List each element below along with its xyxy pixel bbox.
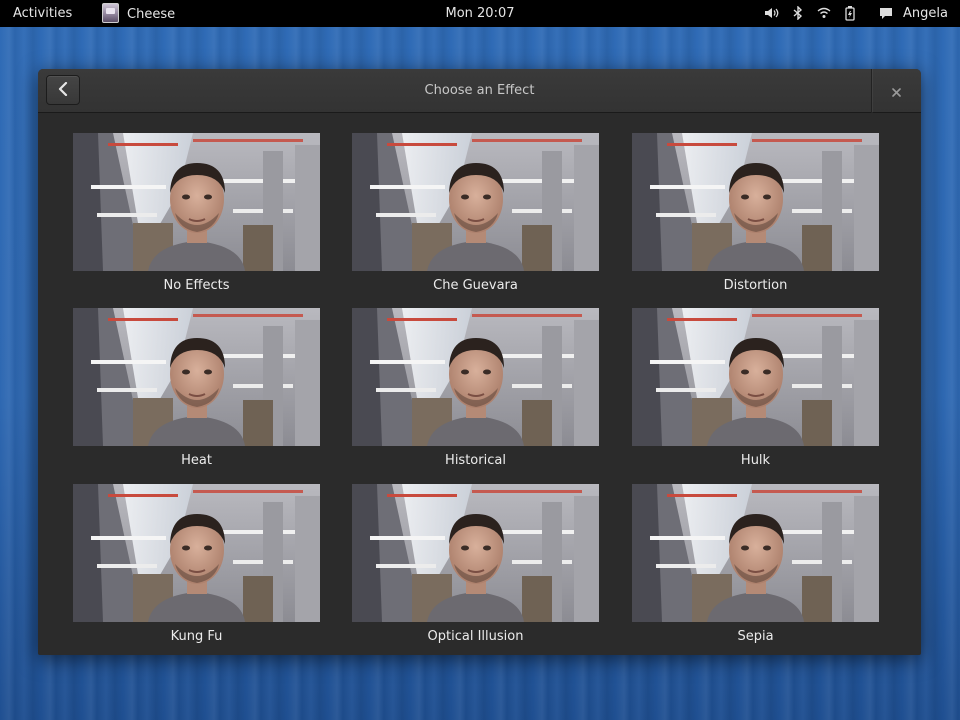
user-menu[interactable]: Angela xyxy=(903,6,948,21)
chat-icon[interactable] xyxy=(877,4,895,22)
effect-preview-thumbnail xyxy=(632,308,879,446)
effect-tile-che-guevara[interactable]: Che Guevara xyxy=(352,133,599,303)
clock[interactable]: Mon 20:07 xyxy=(445,6,514,21)
effect-label: Heat xyxy=(181,453,212,468)
effect-tile-historical[interactable]: Historical xyxy=(352,308,599,478)
effect-preview-thumbnail xyxy=(73,133,320,271)
cheese-app-icon xyxy=(102,3,119,23)
top-bar: Activities Cheese Mon 20:07 Angela xyxy=(0,0,960,27)
effect-label: Historical xyxy=(445,453,506,468)
effect-tile-heat[interactable]: Heat xyxy=(73,308,320,478)
effects-dialog: Choose an Effect No Effects Che Guevara … xyxy=(38,69,921,655)
app-name: Cheese xyxy=(127,6,176,22)
effect-label: Optical Illusion xyxy=(427,629,524,644)
effect-label: Sepia xyxy=(737,629,774,644)
effect-label: No Effects xyxy=(163,278,230,293)
effect-tile-sepia[interactable]: Sepia xyxy=(632,484,879,654)
close-button[interactable] xyxy=(872,69,921,113)
effect-tile-distortion[interactable]: Distortion xyxy=(632,133,879,303)
effect-label: Distortion xyxy=(723,278,788,293)
effect-preview-thumbnail xyxy=(352,484,599,622)
dialog-header: Choose an Effect xyxy=(38,69,921,113)
effect-tile-no-effects[interactable]: No Effects xyxy=(73,133,320,303)
effect-label: Hulk xyxy=(740,453,771,468)
effect-tile-optical-illusion[interactable]: Optical Illusion xyxy=(352,484,599,654)
dialog-title: Choose an Effect xyxy=(424,83,535,98)
activities-button[interactable]: Activities xyxy=(13,6,72,21)
battery-icon[interactable] xyxy=(841,4,859,22)
effect-preview-thumbnail xyxy=(632,484,879,622)
volume-icon[interactable] xyxy=(763,4,781,22)
system-tray[interactable]: Angela xyxy=(755,4,948,22)
effect-tile-hulk[interactable]: Hulk xyxy=(632,308,879,478)
close-icon xyxy=(892,82,901,101)
effect-preview-thumbnail xyxy=(73,484,320,622)
effect-label: Kung Fu xyxy=(170,629,223,644)
app-menu[interactable]: Cheese xyxy=(102,3,175,23)
effect-preview-thumbnail xyxy=(73,308,320,446)
effect-tile-kung-fu[interactable]: Kung Fu xyxy=(73,484,320,654)
bluetooth-icon[interactable] xyxy=(789,4,807,22)
wifi-icon[interactable] xyxy=(815,4,833,22)
effect-label: Che Guevara xyxy=(433,278,518,293)
effect-preview-thumbnail xyxy=(352,308,599,446)
effect-preview-thumbnail xyxy=(352,133,599,271)
effect-preview-thumbnail xyxy=(632,133,879,271)
effects-grid: No Effects Che Guevara Distortion Heat H… xyxy=(38,113,921,655)
